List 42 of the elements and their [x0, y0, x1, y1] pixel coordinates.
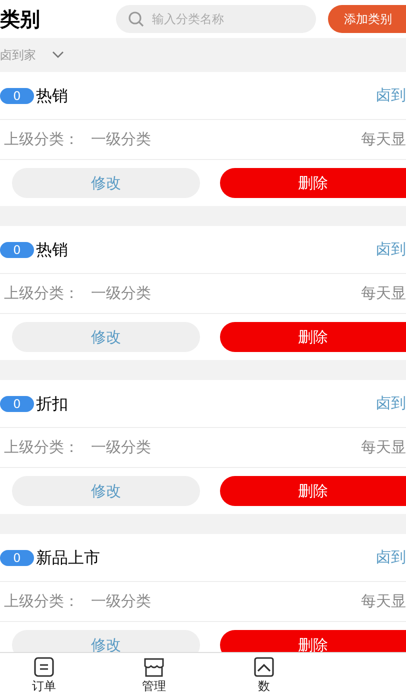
store-link[interactable]: 卤到	[376, 238, 406, 261]
delete-button[interactable]: 删除	[220, 168, 406, 198]
count-badge: 0	[0, 396, 34, 412]
category-name: 热销	[36, 238, 68, 260]
parent-value: 一级分类	[91, 129, 151, 150]
search-field[interactable]: 输入分类名称	[116, 5, 316, 33]
display-text: 每天显	[361, 283, 406, 304]
category-name: 新品上市	[36, 546, 100, 568]
parent-label: 上级分类：	[4, 283, 79, 304]
add-category-button[interactable]: 添加类别	[328, 5, 406, 33]
page-title: 类别	[0, 6, 41, 33]
count-badge: 0	[0, 242, 34, 258]
store-link[interactable]: 卤到	[376, 392, 406, 415]
parent-value: 一级分类	[91, 591, 151, 612]
chevron-down-icon	[52, 51, 64, 59]
parent-label: 上级分类：	[4, 129, 79, 150]
display-text: 每天显	[361, 591, 406, 612]
parent-label: 上级分类：	[4, 437, 79, 458]
store-icon	[142, 656, 166, 678]
tab-bar-item[interactable]: 管理	[132, 656, 176, 694]
delete-button[interactable]: 删除	[220, 322, 406, 352]
edit-button[interactable]: 修改	[12, 322, 200, 352]
count-badge: 0	[0, 550, 34, 566]
store-link[interactable]: 卤到	[376, 546, 406, 569]
store-dropdown[interactable]: 卤到家	[0, 46, 64, 64]
edit-button[interactable]: 修改	[12, 168, 200, 198]
document-icon	[33, 656, 55, 678]
store-link[interactable]: 卤到	[376, 84, 406, 107]
category-name: 折扣	[36, 392, 68, 414]
display-text: 每天显	[361, 129, 406, 150]
display-text: 每天显	[361, 437, 406, 458]
edit-button[interactable]: 修改	[12, 476, 200, 506]
tab-bar-item[interactable]: 数	[242, 656, 286, 694]
delete-button[interactable]: 删除	[220, 476, 406, 506]
delete-button[interactable]: 删除	[220, 630, 406, 652]
parent-value: 一级分类	[91, 283, 151, 304]
parent-label: 上级分类：	[4, 591, 79, 612]
category-name: 热销	[36, 84, 68, 106]
parent-value: 一级分类	[91, 437, 151, 458]
edit-button[interactable]: 修改	[12, 630, 200, 652]
tab-bar-item[interactable]: 订单	[22, 656, 66, 694]
count-badge: 0	[0, 88, 34, 104]
